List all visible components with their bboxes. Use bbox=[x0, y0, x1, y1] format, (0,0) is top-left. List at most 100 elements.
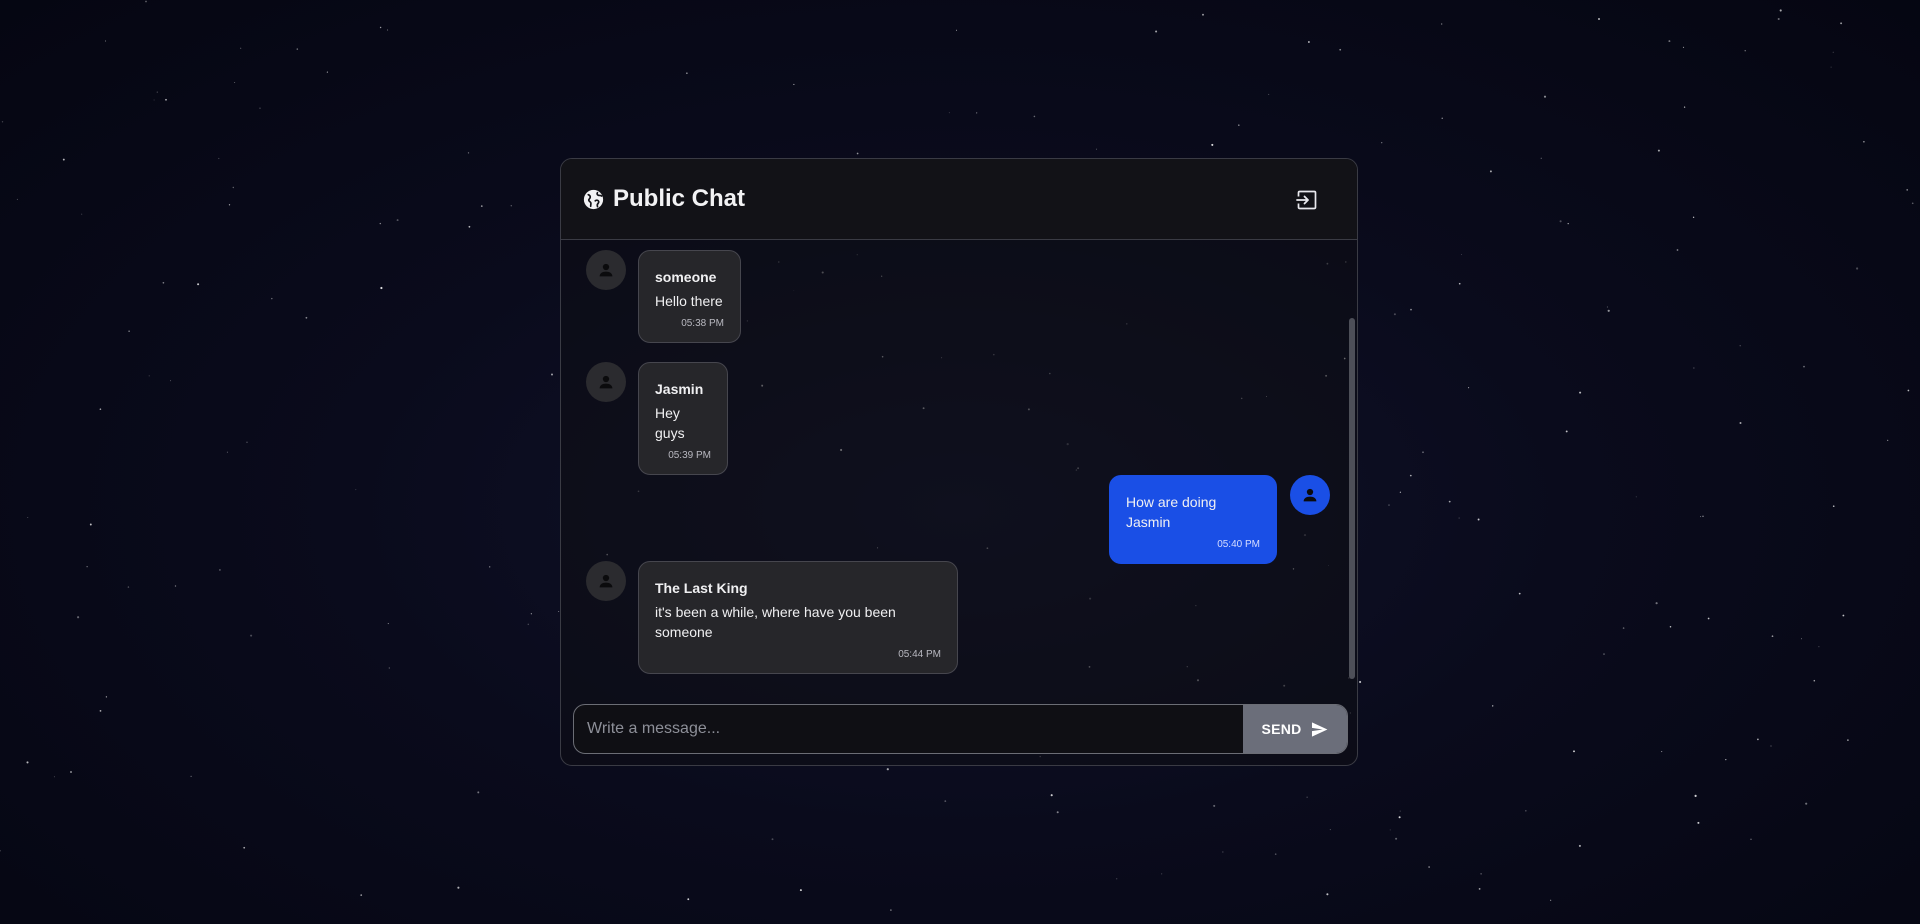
star bbox=[793, 83, 795, 85]
star bbox=[1339, 48, 1342, 51]
star bbox=[1683, 106, 1686, 108]
star bbox=[510, 205, 512, 207]
user-icon bbox=[599, 574, 613, 588]
star bbox=[148, 375, 150, 377]
star bbox=[1381, 142, 1383, 144]
star bbox=[1359, 680, 1362, 684]
send-button[interactable]: SEND bbox=[1243, 705, 1347, 753]
star bbox=[1739, 422, 1742, 424]
message-text: Hello there bbox=[655, 293, 723, 309]
logout-icon[interactable] bbox=[1295, 188, 1319, 212]
message-time: 05:39 PM bbox=[668, 450, 711, 461]
star bbox=[77, 616, 80, 619]
star bbox=[1489, 170, 1492, 173]
star bbox=[467, 152, 470, 154]
message-bubble: Jasmin Hey guys 05:39 PM bbox=[638, 362, 728, 475]
star bbox=[1540, 157, 1542, 159]
star bbox=[1274, 853, 1277, 855]
avatar bbox=[586, 250, 626, 290]
star bbox=[527, 623, 530, 626]
star bbox=[1268, 93, 1270, 95]
star bbox=[1095, 148, 1098, 150]
scrollbar-thumb[interactable] bbox=[1349, 318, 1355, 679]
star bbox=[1635, 496, 1637, 498]
star bbox=[1116, 878, 1118, 880]
star bbox=[27, 517, 29, 518]
star bbox=[1458, 282, 1461, 285]
star bbox=[799, 889, 802, 892]
star bbox=[1707, 617, 1710, 620]
avatar bbox=[586, 561, 626, 601]
star bbox=[1306, 796, 1308, 798]
star bbox=[243, 846, 246, 849]
star bbox=[81, 213, 83, 215]
star bbox=[1389, 829, 1391, 831]
star bbox=[1682, 46, 1685, 48]
star bbox=[1399, 810, 1401, 812]
star bbox=[1398, 816, 1401, 819]
star bbox=[1661, 751, 1663, 753]
message-text: it's been a while, where have you been s… bbox=[655, 604, 896, 640]
star bbox=[387, 29, 389, 31]
user-icon bbox=[599, 263, 613, 277]
star bbox=[530, 613, 532, 615]
star bbox=[1856, 267, 1859, 270]
message-time: 05:40 PM bbox=[1217, 539, 1260, 550]
star bbox=[1525, 810, 1527, 812]
star bbox=[1832, 505, 1835, 508]
star bbox=[1668, 40, 1671, 43]
star bbox=[687, 898, 690, 901]
star bbox=[1468, 387, 1470, 389]
star bbox=[26, 761, 29, 764]
star bbox=[1441, 23, 1443, 25]
star bbox=[16, 198, 18, 200]
star bbox=[388, 667, 390, 669]
star bbox=[1907, 389, 1910, 392]
star bbox=[1213, 804, 1216, 807]
star bbox=[1393, 313, 1396, 316]
star bbox=[105, 696, 108, 698]
chat-header: Public Chat bbox=[561, 159, 1357, 240]
star bbox=[1693, 367, 1695, 369]
globe-icon bbox=[583, 189, 604, 210]
star bbox=[1477, 518, 1480, 521]
message-text: How are doing Jasmin bbox=[1126, 494, 1217, 530]
star bbox=[468, 225, 471, 228]
star bbox=[1326, 893, 1329, 896]
star bbox=[190, 775, 192, 777]
message-bubble: someone Hello there 05:38 PM bbox=[638, 250, 741, 343]
star bbox=[1607, 309, 1610, 312]
star bbox=[1050, 794, 1053, 797]
star bbox=[1803, 365, 1805, 368]
star bbox=[128, 330, 130, 332]
star bbox=[53, 776, 55, 778]
message-input[interactable] bbox=[574, 705, 1244, 753]
star bbox=[489, 566, 491, 568]
star bbox=[1669, 625, 1672, 628]
star bbox=[1211, 143, 1214, 146]
message-sender: The Last King bbox=[655, 580, 748, 596]
star bbox=[396, 219, 399, 222]
star bbox=[1840, 22, 1843, 25]
star bbox=[1697, 821, 1700, 824]
star bbox=[1428, 866, 1430, 868]
chat-title: Public Chat bbox=[613, 185, 746, 212]
star bbox=[1518, 592, 1521, 595]
star bbox=[165, 98, 167, 101]
star bbox=[218, 568, 221, 571]
user-icon bbox=[1303, 488, 1317, 502]
star bbox=[387, 623, 389, 625]
message-list[interactable]: someone Hello there 05:38 PM Jasmin Hey … bbox=[561, 240, 1357, 690]
star bbox=[197, 283, 200, 286]
star bbox=[250, 634, 253, 637]
star bbox=[1410, 308, 1412, 311]
star bbox=[956, 29, 957, 31]
star bbox=[1603, 653, 1605, 656]
star bbox=[890, 909, 892, 911]
star bbox=[1056, 811, 1059, 814]
star bbox=[1832, 51, 1834, 53]
star bbox=[1559, 220, 1562, 223]
star bbox=[1567, 222, 1569, 225]
star bbox=[1847, 739, 1849, 741]
star bbox=[1813, 679, 1816, 682]
